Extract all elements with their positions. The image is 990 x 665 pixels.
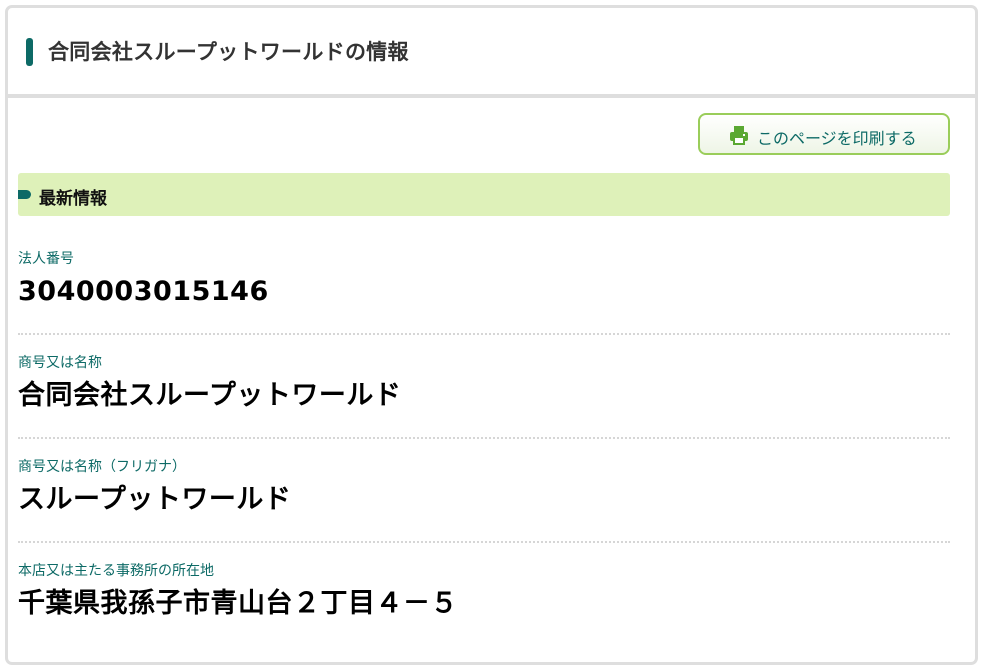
- section-title: 最新情報: [39, 189, 107, 209]
- field-value: 合同会社スループットワールド: [18, 380, 402, 411]
- field-value: スループットワールド: [18, 484, 292, 515]
- header-accent-bar: [26, 38, 33, 66]
- divider: [18, 333, 950, 335]
- field-label: 本店又は主たる事務所の所在地: [18, 563, 214, 579]
- divider: [18, 541, 950, 543]
- field-value: 3040003015146: [18, 276, 269, 307]
- divider: [18, 437, 950, 439]
- print-button-label: このページを印刷する: [757, 129, 917, 148]
- field-trade-name: 商号又は名称 合同会社スループットワールド: [18, 354, 950, 414]
- section-marker: [18, 190, 31, 199]
- field-trade-name-furigana: 商号又は名称（フリガナ） スループットワールド: [18, 458, 950, 518]
- field-value: 千葉県我孫子市青山台２丁目４－５: [18, 588, 458, 619]
- print-page-button[interactable]: このページを印刷する: [698, 113, 950, 155]
- page-title: 合同会社スループットワールドの情報: [48, 40, 409, 64]
- field-label: 商号又は名称（フリガナ）: [18, 459, 186, 475]
- printer-icon: [730, 126, 748, 145]
- field-head-office-address: 本店又は主たる事務所の所在地 千葉県我孫子市青山台２丁目４－５: [18, 562, 950, 622]
- field-label: 商号又は名称: [18, 355, 102, 371]
- field-corporate-number: 法人番号 3040003015146: [18, 250, 950, 310]
- card-header: 合同会社スループットワールドの情報: [8, 8, 975, 98]
- field-label: 法人番号: [18, 251, 74, 267]
- latest-info-section-header: 最新情報: [18, 173, 950, 216]
